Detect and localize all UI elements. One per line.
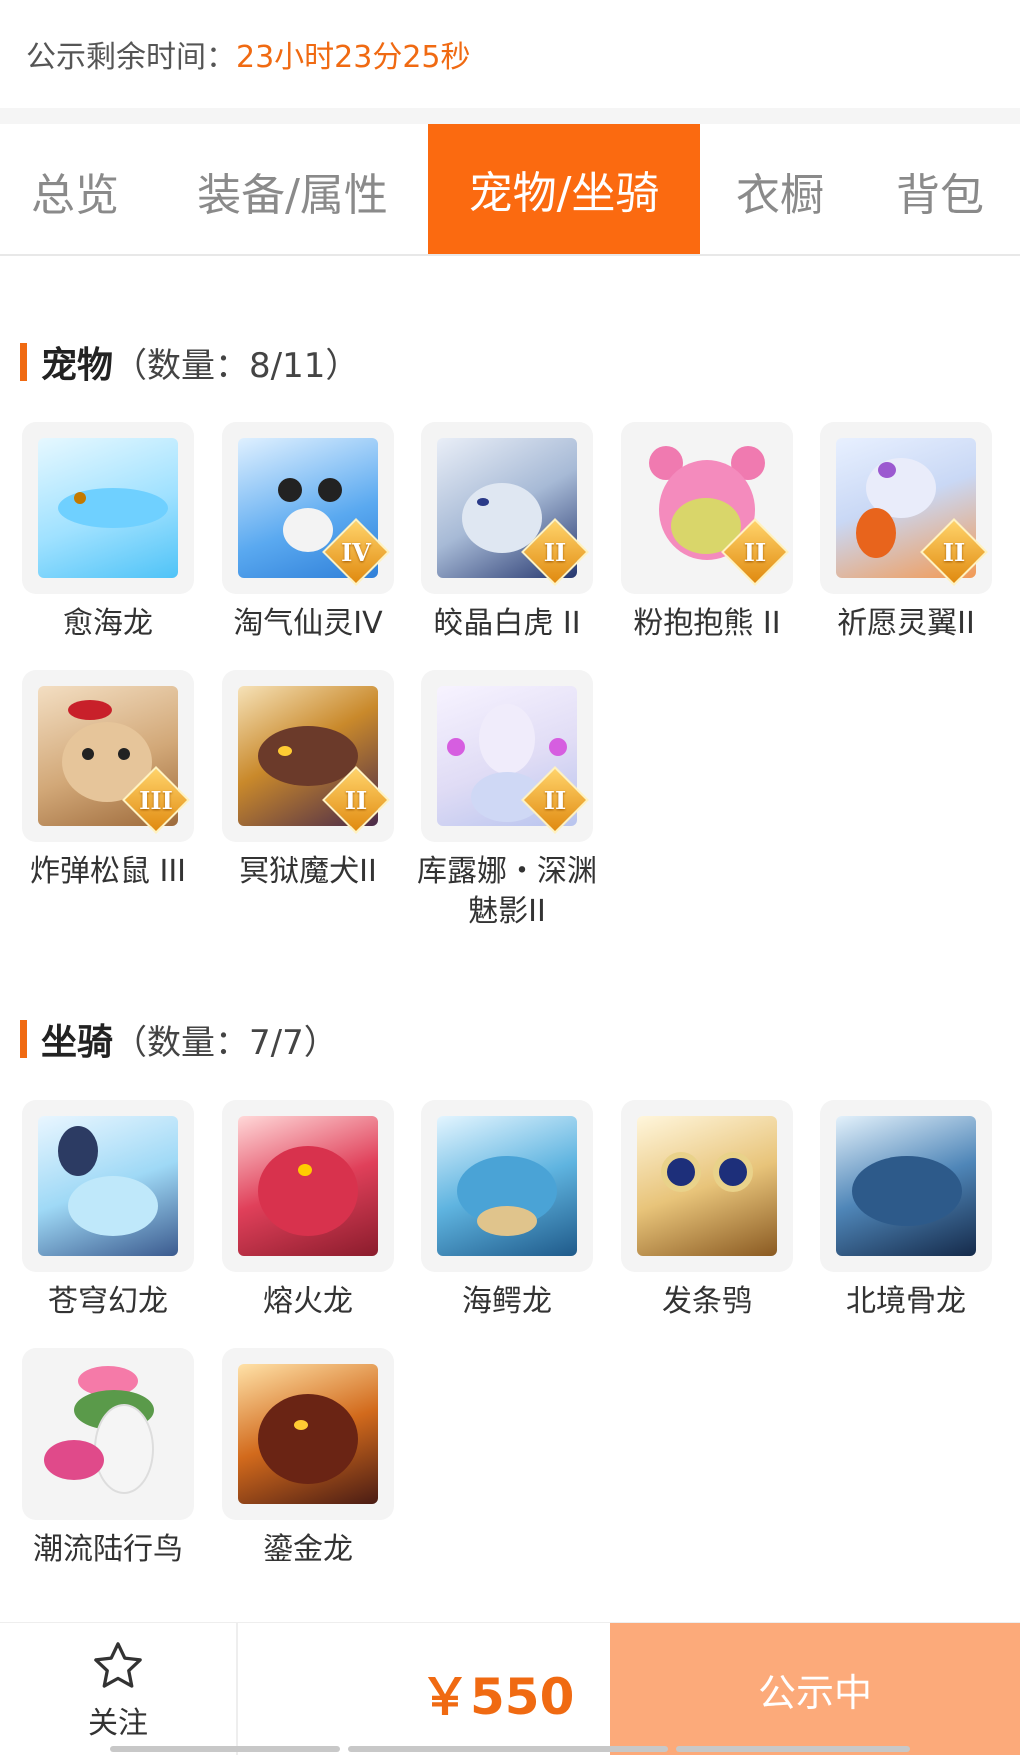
mount-thumbnail [820, 1100, 992, 1272]
mount-name: 熔火龙 [263, 1284, 353, 1319]
pet-card[interactable]: II 库露娜・深渊魅影II [417, 670, 597, 932]
tab-pets-mounts[interactable]: 宠物/坐骑 [428, 124, 700, 254]
follow-button[interactable]: 关注 [0, 1623, 238, 1755]
pet-name: 淘气仙灵IV [233, 606, 383, 641]
pet-name: 库露娜・深渊魅影II [417, 854, 597, 929]
pet-thumbnail: III [22, 670, 194, 842]
star-outline-icon [94, 1641, 142, 1688]
pet-name: 炸弹松鼠 III [29, 854, 187, 889]
pet-card[interactable]: II 皎晶白虎 II [421, 422, 593, 644]
rank-text: II [543, 537, 567, 567]
pet-card[interactable]: II 祈愿灵翼II [820, 422, 992, 644]
pet-card[interactable]: II 冥狱魔犬II [222, 670, 394, 892]
section-count: （数量：8/11） [113, 345, 360, 386]
tab-bar: 总览 装备/属性 宠物/坐骑 衣橱 背包 [0, 124, 1020, 256]
mount-name: 发条鸮 [662, 1284, 752, 1319]
mount-card[interactable]: 北境骨龙 [820, 1100, 992, 1322]
scroll-indicator [676, 1746, 910, 1752]
mount-name: 鎏金龙 [263, 1532, 353, 1567]
mount-card[interactable]: 海鳄龙 [421, 1100, 593, 1322]
pet-name: 冥狱魔犬II [239, 854, 377, 889]
section-name: 坐骑 [41, 1022, 114, 1063]
status-button[interactable]: 公示中 [610, 1623, 1020, 1755]
section-name: 宠物 [41, 345, 114, 386]
tab-overview[interactable]: 总览 [0, 128, 150, 254]
rank-text: II [743, 537, 767, 567]
mount-card[interactable]: 鎏金龙 [222, 1348, 394, 1570]
rank-text: II [344, 785, 368, 815]
pet-card[interactable]: III 炸弹松鼠 III [22, 670, 194, 892]
pet-card[interactable]: IV 淘气仙灵IV [222, 422, 394, 644]
pet-name: 粉抱抱熊 II [633, 606, 781, 641]
pet-card[interactable]: 愈海龙 [22, 422, 194, 644]
mount-name: 海鳄龙 [462, 1284, 552, 1319]
pet-thumbnail: II [621, 422, 793, 594]
pet-thumbnail: II [820, 422, 992, 594]
mount-card[interactable]: 苍穹幻龙 [22, 1100, 194, 1322]
mount-card[interactable]: 熔火龙 [222, 1100, 394, 1322]
pet-card[interactable]: II 粉抱抱熊 II [621, 422, 793, 644]
mount-thumbnail [22, 1348, 194, 1520]
countdown-value: 23小时23分25秒 [236, 40, 471, 75]
mount-thumbnail [22, 1100, 194, 1272]
mount-card[interactable]: 发条鸮 [621, 1100, 793, 1322]
follow-label: 关注 [88, 1705, 148, 1741]
mount-card[interactable]: 潮流陆行鸟 [22, 1348, 194, 1570]
pet-name: 愈海龙 [63, 606, 153, 641]
scroll-indicator [110, 1746, 340, 1752]
mount-name: 苍穹幻龙 [48, 1284, 168, 1319]
bottom-action-bar: 关注 ￥550 公示中 [0, 1622, 1020, 1755]
mounts-section-title: 坐骑 （数量：7/7） [20, 1013, 338, 1065]
scroll-indicator [348, 1746, 668, 1752]
tab-backpack[interactable]: 背包 [880, 128, 1000, 254]
section-count: （数量：7/7） [113, 1022, 338, 1063]
separator [0, 108, 1020, 124]
section-marker [20, 343, 27, 381]
tab-equipment[interactable]: 装备/属性 [180, 128, 405, 254]
rank-text: II [543, 785, 567, 815]
rank-text: II [942, 537, 966, 567]
pet-name: 皎晶白虎 II [433, 606, 581, 641]
mount-name: 潮流陆行鸟 [33, 1532, 183, 1567]
pet-thumbnail: II [421, 670, 593, 842]
mount-thumbnail [421, 1100, 593, 1272]
mount-name: 北境骨龙 [846, 1284, 966, 1319]
header-bar: 公示剩余时间：23小时23分25秒 [0, 0, 1020, 108]
countdown-label: 公示剩余时间： [26, 40, 236, 75]
rank-text: III [139, 785, 173, 815]
pet-thumbnail: II [222, 670, 394, 842]
mount-thumbnail [222, 1100, 394, 1272]
rank-text: IV [341, 537, 371, 567]
pet-thumbnail [22, 422, 194, 594]
section-marker [20, 1020, 27, 1058]
pet-thumbnail: II [421, 422, 593, 594]
countdown: 公示剩余时间：23小时23分25秒 [26, 32, 471, 76]
price: ￥550 [420, 1668, 575, 1726]
pets-section-title: 宠物 （数量：8/11） [20, 336, 359, 388]
mount-thumbnail [621, 1100, 793, 1272]
pet-thumbnail: IV [222, 422, 394, 594]
mount-thumbnail [222, 1348, 394, 1520]
tab-wardrobe[interactable]: 衣橱 [720, 128, 840, 254]
pet-name: 祈愿灵翼II [837, 606, 975, 641]
